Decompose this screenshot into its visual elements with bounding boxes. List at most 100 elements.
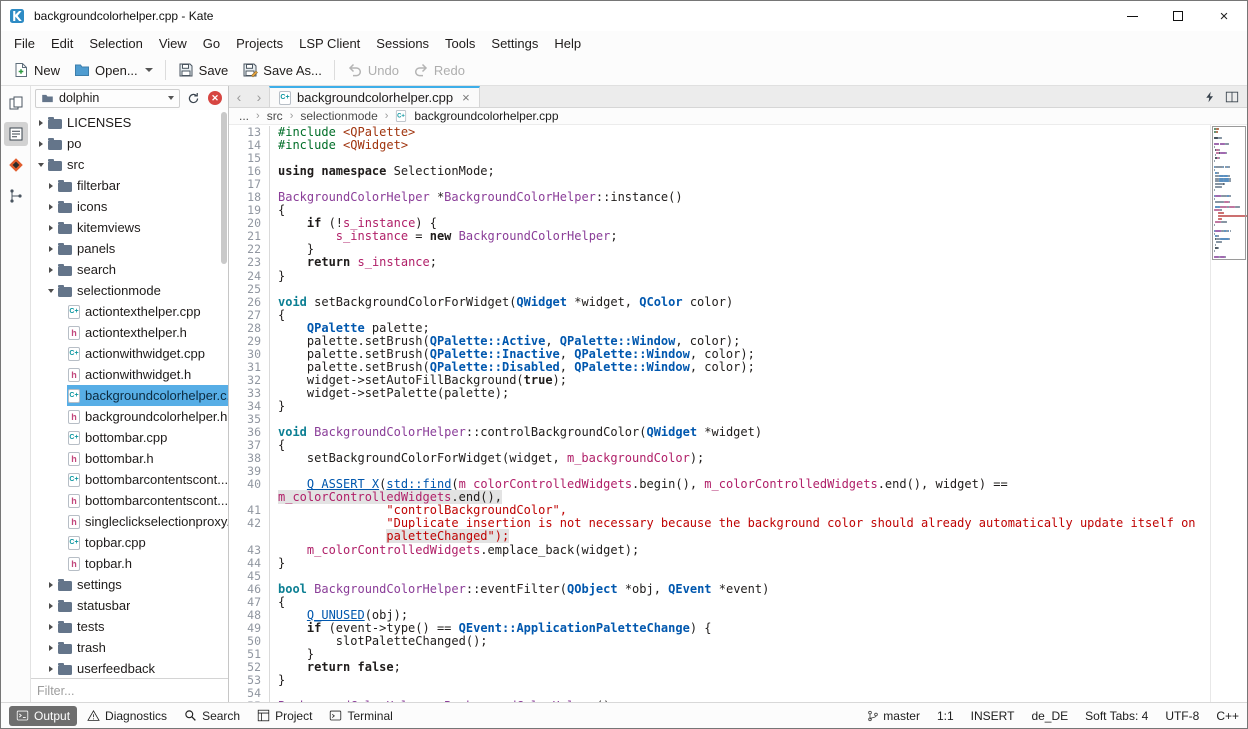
terminal-button[interactable]: Terminal [322, 706, 399, 726]
flash-icon[interactable] [1204, 91, 1216, 103]
tree-file-backgroundcolorhelper.h[interactable]: backgroundcolorhelper.h [31, 406, 228, 427]
open-button[interactable]: Open... [67, 58, 160, 82]
chevron-right-icon[interactable] [45, 603, 57, 609]
tree-file-bottombarcontentscont...[interactable]: bottombarcontentscont... [31, 490, 228, 511]
tree-file-bottombar.h[interactable]: bottombar.h [31, 448, 228, 469]
search-button[interactable]: Search [177, 706, 247, 726]
tab-settings[interactable]: Soft Tabs: 4 [1085, 709, 1148, 723]
code-line-26[interactable]: 26void setBackgroundColorForWidget(QWidg… [229, 296, 1210, 309]
tabs-forward-button[interactable]: › [249, 86, 269, 107]
code-line-21[interactable]: 21 s_instance = new BackgroundColorHelpe… [229, 230, 1210, 243]
code-line-14[interactable]: 14#include <QWidget> [229, 139, 1210, 152]
tree-folder-trash[interactable]: trash [31, 637, 228, 658]
refresh-button[interactable] [184, 89, 202, 107]
documents-button[interactable] [4, 91, 28, 115]
output-button[interactable]: Output [9, 706, 77, 726]
undo-button[interactable]: Undo [340, 58, 406, 82]
code-line-44[interactable]: 44} [229, 557, 1210, 570]
chevron-right-icon[interactable] [45, 183, 57, 189]
syntax-mode[interactable]: C++ [1216, 709, 1239, 723]
close-project-button[interactable]: ✕ [206, 89, 224, 107]
code-line-46[interactable]: 46bool BackgroundColorHelper::eventFilte… [229, 583, 1210, 596]
new-button[interactable]: New [6, 58, 67, 82]
input-mode[interactable]: INSERT [971, 709, 1015, 723]
tab-close-icon[interactable]: × [462, 91, 470, 104]
tree-file-singleclickselectionproxy...[interactable]: singleclickselectionproxy... [31, 511, 228, 532]
tree-folder-src[interactable]: src [31, 154, 228, 175]
breadcrumb-src[interactable]: src [267, 109, 283, 123]
tree-folder-userfeedback[interactable]: userfeedback [31, 658, 228, 678]
menu-selection[interactable]: Selection [81, 33, 150, 54]
code-editor[interactable]: 13#include <QPalette>14#include <QWidget… [229, 125, 1210, 702]
redo-button[interactable]: Redo [406, 58, 472, 82]
encoding[interactable]: UTF-8 [1165, 709, 1199, 723]
menu-help[interactable]: Help [546, 33, 589, 54]
git-button[interactable] [4, 153, 28, 177]
minimize-button[interactable] [1109, 1, 1155, 31]
symbols-button[interactable] [4, 184, 28, 208]
tree-folder-po[interactable]: po [31, 133, 228, 154]
cursor-position[interactable]: 1:1 [937, 709, 954, 723]
code-line-33[interactable]: 33 widget->setPalette(palette); [229, 387, 1210, 400]
filter-input[interactable] [31, 679, 228, 702]
tab-backgroundcolorhelper-cpp[interactable]: backgroundcolorhelper.cpp × [269, 86, 480, 107]
breadcrumb-file[interactable]: backgroundcolorhelper.cpp [414, 109, 558, 123]
tree-file-actionwithwidget.h[interactable]: actionwithwidget.h [31, 364, 228, 385]
chevron-right-icon[interactable] [45, 204, 57, 210]
tree-folder-kitemviews[interactable]: kitemviews [31, 217, 228, 238]
minimap-viewport[interactable] [1212, 126, 1246, 260]
chevron-right-icon[interactable] [35, 141, 47, 147]
tree-folder-search[interactable]: search [31, 259, 228, 280]
code-line-53[interactable]: 53} [229, 674, 1210, 687]
menu-file[interactable]: File [6, 33, 43, 54]
chevron-right-icon[interactable] [45, 645, 57, 651]
chevron-right-icon[interactable] [45, 624, 57, 630]
chevron-down-icon[interactable] [35, 163, 47, 167]
code-line-43[interactable]: 43 m_colorControlledWidgets.emplace_back… [229, 544, 1210, 557]
tree-scrollbar-thumb[interactable] [221, 112, 227, 264]
tree-folder-settings[interactable]: settings [31, 574, 228, 595]
code-line-16[interactable]: 16using namespace SelectionMode; [229, 165, 1210, 178]
tree-folder-tests[interactable]: tests [31, 616, 228, 637]
breadcrumb-collapsed[interactable]: ... [239, 109, 249, 123]
tree-file-topbar.cpp[interactable]: topbar.cpp [31, 532, 228, 553]
breadcrumb-selectionmode[interactable]: selectionmode [300, 109, 377, 123]
menu-lsp-client[interactable]: LSP Client [291, 33, 368, 54]
menu-go[interactable]: Go [195, 33, 228, 54]
tree-folder-filterbar[interactable]: filterbar [31, 175, 228, 196]
chevron-right-icon[interactable] [45, 666, 57, 672]
tree-file-bottombarcontentscont...[interactable]: bottombarcontentscont... [31, 469, 228, 490]
save-as-button[interactable]: Save As... [235, 58, 329, 82]
chevron-right-icon[interactable] [35, 120, 47, 126]
minimap[interactable] [1210, 125, 1247, 702]
close-button[interactable]: × [1201, 1, 1247, 31]
dictionary[interactable]: de_DE [1031, 709, 1068, 723]
tree-file-bottombar.cpp[interactable]: bottombar.cpp [31, 427, 228, 448]
menu-settings[interactable]: Settings [483, 33, 546, 54]
tabs-back-button[interactable]: ‹ [229, 86, 249, 107]
code-line-38[interactable]: 38 setBackgroundColorForWidget(widget, m… [229, 452, 1210, 465]
save-button[interactable]: Save [171, 58, 236, 82]
tree-file-actiontexthelper.cpp[interactable]: actiontexthelper.cpp [31, 301, 228, 322]
tree-scrollbar[interactable] [221, 112, 227, 264]
code-line-34[interactable]: 34} [229, 400, 1210, 413]
chevron-right-icon[interactable] [45, 225, 57, 231]
code-line-50[interactable]: 50 slotPaletteChanged(); [229, 635, 1210, 648]
tree-file-actionwithwidget.cpp[interactable]: actionwithwidget.cpp [31, 343, 228, 364]
code-line-18[interactable]: 18BackgroundColorHelper *BackgroundColor… [229, 191, 1210, 204]
tree-file-topbar.h[interactable]: topbar.h [31, 553, 228, 574]
split-view-icon[interactable] [1225, 90, 1239, 104]
code-line-52[interactable]: 52 return false; [229, 661, 1210, 674]
menu-view[interactable]: View [151, 33, 195, 54]
code-line-24[interactable]: 24} [229, 270, 1210, 283]
maximize-button[interactable] [1155, 1, 1201, 31]
menu-tools[interactable]: Tools [437, 33, 483, 54]
menu-sessions[interactable]: Sessions [368, 33, 437, 54]
tree-folder-icons[interactable]: icons [31, 196, 228, 217]
tree-folder-statusbar[interactable]: statusbar [31, 595, 228, 616]
tree-file-actiontexthelper.h[interactable]: actiontexthelper.h [31, 322, 228, 343]
chevron-right-icon[interactable] [45, 246, 57, 252]
file-list-button[interactable] [4, 122, 28, 146]
tree-folder-panels[interactable]: panels [31, 238, 228, 259]
menu-projects[interactable]: Projects [228, 33, 291, 54]
